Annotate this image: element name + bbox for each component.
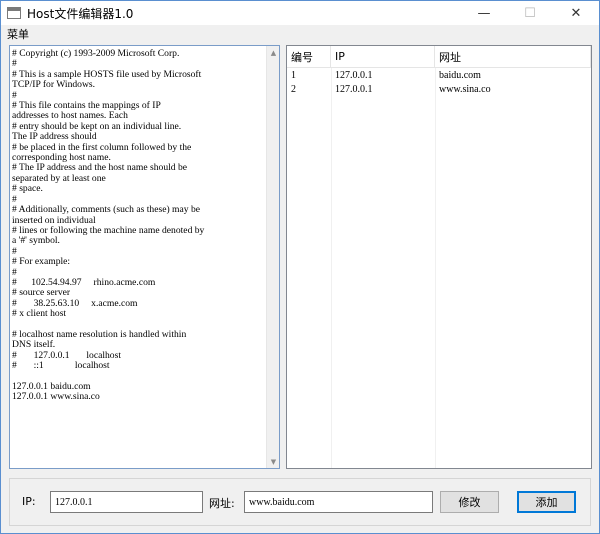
modify-button[interactable]: 修改 <box>440 491 499 513</box>
app-icon <box>7 7 21 19</box>
cell-number: 2 <box>291 83 296 95</box>
column-header-number[interactable]: 编号 <box>287 46 331 67</box>
add-button[interactable]: 添加 <box>517 491 576 513</box>
window-controls: — ☐ ✕ <box>461 1 599 25</box>
hosts-text-editor[interactable]: # Copyright (c) 1993-2009 Microsoft Corp… <box>9 45 280 469</box>
cell-url: baidu.com <box>439 69 481 81</box>
cell-ip: 127.0.0.1 <box>335 69 373 81</box>
editor-scrollbar[interactable]: ▲ ▼ <box>266 46 279 468</box>
scroll-down-icon[interactable]: ▼ <box>267 455 279 468</box>
url-label: 网址: <box>209 497 235 510</box>
column-header-ip[interactable]: IP <box>331 46 435 67</box>
minimize-button[interactable]: — <box>461 1 507 25</box>
cell-url: www.sina.co <box>439 83 491 95</box>
title-bar: Host文件编辑器1.0 — ☐ ✕ <box>1 1 599 25</box>
scroll-up-icon[interactable]: ▲ <box>267 46 279 59</box>
hosts-file-content[interactable]: # Copyright (c) 1993-2009 Microsoft Corp… <box>12 48 265 403</box>
app-window: Host文件编辑器1.0 — ☐ ✕ 菜单 # Copyright (c) 19… <box>0 0 600 534</box>
menu-main[interactable]: 菜单 <box>1 26 35 42</box>
hosts-table: 编号 IP 网址 1 127.0.0.1 baidu.com 2 127.0.0… <box>286 45 592 469</box>
column-divider <box>435 68 436 468</box>
url-input[interactable]: www.baidu.com <box>244 491 433 513</box>
cell-ip: 127.0.0.1 <box>335 83 373 95</box>
close-button[interactable]: ✕ <box>553 1 599 25</box>
cell-number: 1 <box>291 69 296 81</box>
window-title: Host文件编辑器1.0 <box>27 6 134 21</box>
ip-input[interactable]: 127.0.0.1 <box>50 491 203 513</box>
column-divider <box>331 68 332 468</box>
ip-label: IP: <box>22 495 36 508</box>
maximize-button[interactable]: ☐ <box>507 1 553 25</box>
table-row[interactable]: 1 127.0.0.1 baidu.com <box>287 68 591 82</box>
column-header-url[interactable]: 网址 <box>435 46 591 67</box>
table-row[interactable]: 2 127.0.0.1 www.sina.co <box>287 82 591 96</box>
menu-bar: 菜单 <box>1 25 599 43</box>
entry-form: IP: 127.0.0.1 网址: www.baidu.com 修改 添加 <box>9 478 591 526</box>
table-header: 编号 IP 网址 <box>287 46 591 68</box>
